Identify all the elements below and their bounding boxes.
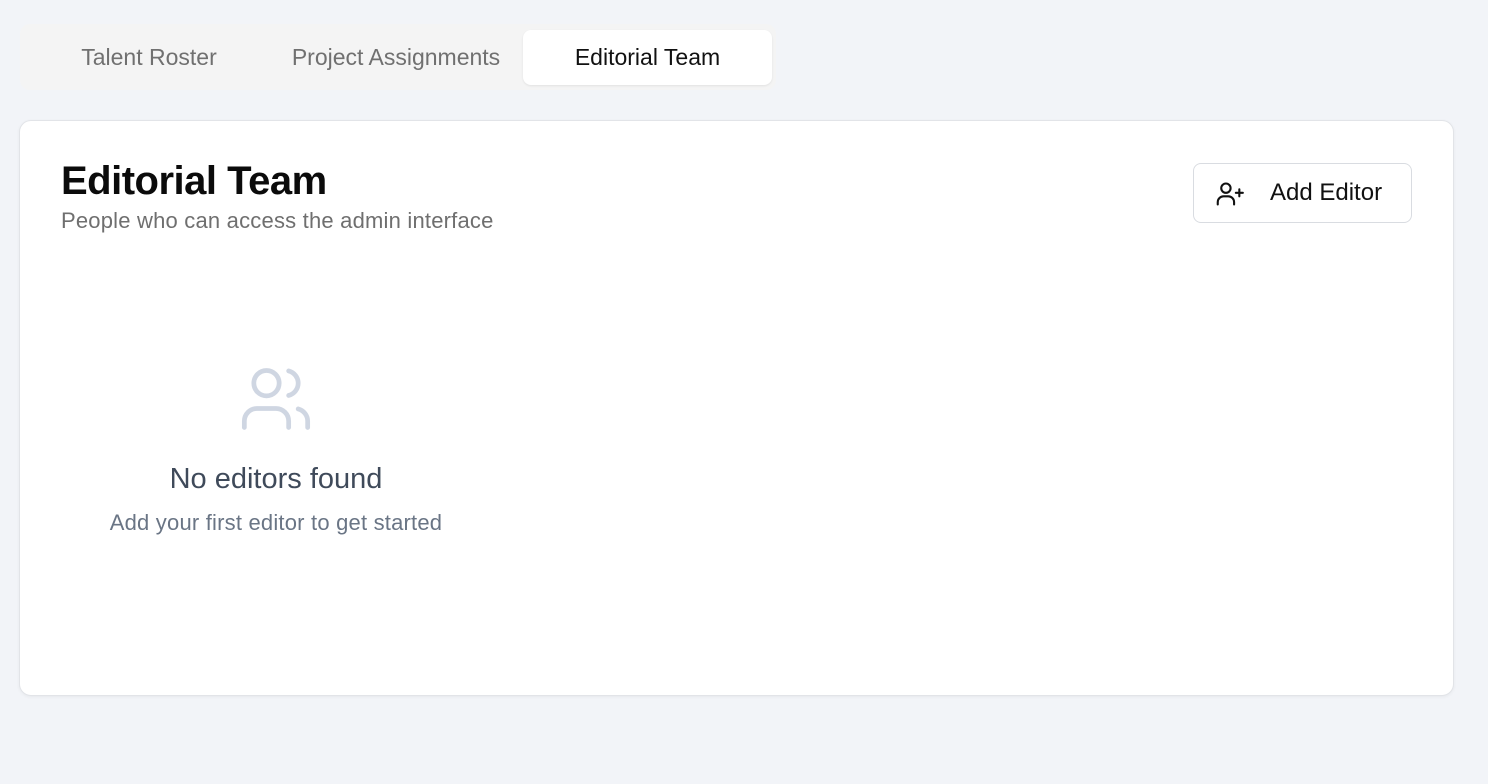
tab-talent-roster[interactable]: Talent Roster <box>56 30 242 85</box>
tab-editorial-team[interactable]: Editorial Team <box>523 30 772 85</box>
card-subtitle: People who can access the admin interfac… <box>61 208 494 233</box>
empty-state: No editors found Add your first editor t… <box>80 361 472 536</box>
tab-project-assignments[interactable]: Project Assignments <box>256 30 536 85</box>
empty-state-subtitle: Add your first editor to get started <box>109 510 443 535</box>
editorial-team-card: Editorial Team People who can access the… <box>19 120 1454 696</box>
user-plus-icon <box>1216 182 1244 206</box>
card-title: Editorial Team <box>61 159 327 203</box>
add-editor-label: Add Editor <box>1270 179 1383 206</box>
add-editor-button[interactable]: Add Editor <box>1193 163 1412 223</box>
empty-state-title: No editors found <box>169 463 383 495</box>
tab-bar: Talent Roster Project Assignments Editor… <box>20 24 776 90</box>
users-icon <box>241 368 311 430</box>
